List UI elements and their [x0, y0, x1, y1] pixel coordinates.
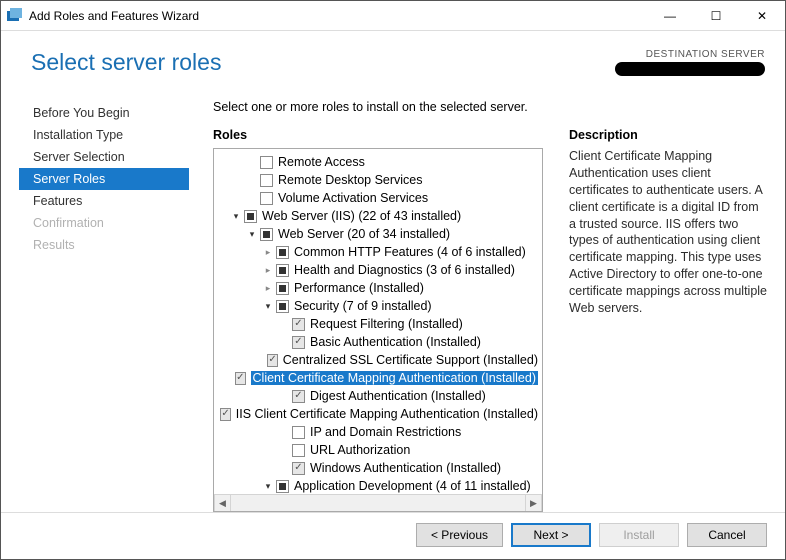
tree-row[interactable]: Web Server (20 of 34 installed): [214, 225, 542, 243]
tree-label: Common HTTP Features (4 of 6 installed): [294, 245, 526, 259]
nav-item-server-selection[interactable]: Server Selection: [19, 146, 189, 168]
roles-heading: Roles: [213, 128, 543, 142]
collapse-icon[interactable]: [246, 229, 258, 240]
tree-label: URL Authorization: [310, 443, 410, 457]
checkbox[interactable]: [260, 228, 273, 241]
tree-row[interactable]: IP and Domain Restrictions: [214, 423, 542, 441]
window-title: Add Roles and Features Wizard: [29, 9, 647, 23]
tree-label: Basic Authentication (Installed): [310, 335, 481, 349]
page-title: Select server roles: [31, 49, 565, 76]
scroll-right-icon[interactable]: ▶: [525, 495, 542, 511]
checkbox[interactable]: [292, 390, 305, 403]
wizard-nav: Before You BeginInstallation TypeServer …: [19, 92, 189, 512]
expand-icon[interactable]: [262, 283, 274, 294]
collapse-icon[interactable]: [230, 211, 242, 222]
tree-label: Web Server (20 of 34 installed): [278, 227, 450, 241]
checkbox[interactable]: [292, 318, 305, 331]
app-icon: [7, 8, 23, 24]
tree-row[interactable]: Web Server (IIS) (22 of 43 installed): [214, 207, 542, 225]
tree-label: Web Server (IIS) (22 of 43 installed): [262, 209, 461, 223]
checkbox[interactable]: [292, 462, 305, 475]
nav-item-before-you-begin[interactable]: Before You Begin: [19, 102, 189, 124]
tree-row[interactable]: Centralized SSL Certificate Support (Ins…: [214, 351, 542, 369]
install-button[interactable]: Install: [599, 523, 679, 547]
checkbox[interactable]: [276, 282, 289, 295]
tree-row[interactable]: Performance (Installed): [214, 279, 542, 297]
tree-row[interactable]: Application Development (4 of 11 install…: [214, 477, 542, 494]
minimize-button[interactable]: —: [647, 1, 693, 31]
tree-row[interactable]: Security (7 of 9 installed): [214, 297, 542, 315]
collapse-icon[interactable]: [262, 481, 274, 492]
tree-label: Request Filtering (Installed): [310, 317, 463, 331]
checkbox[interactable]: [292, 426, 305, 439]
nav-item-confirmation: Confirmation: [19, 212, 189, 234]
tree-label: IP and Domain Restrictions: [310, 425, 461, 439]
tree-row[interactable]: Volume Activation Services: [214, 189, 542, 207]
tree-row[interactable]: IIS Client Certificate Mapping Authentic…: [214, 405, 542, 423]
checkbox[interactable]: [292, 444, 305, 457]
scroll-left-icon[interactable]: ◀: [214, 495, 231, 511]
close-button[interactable]: ✕: [739, 1, 785, 31]
wizard-footer: < Previous Next > Install Cancel: [1, 512, 785, 557]
page-header: Select server roles DESTINATION SERVER: [1, 31, 785, 82]
next-button[interactable]: Next >: [511, 523, 591, 547]
tree-label: Security (7 of 9 installed): [294, 299, 432, 313]
nav-item-server-roles[interactable]: Server Roles: [19, 168, 189, 190]
checkbox[interactable]: [276, 480, 289, 493]
horizontal-scrollbar[interactable]: ◀ ▶: [214, 494, 542, 511]
tree-row[interactable]: Basic Authentication (Installed): [214, 333, 542, 351]
nav-item-features[interactable]: Features: [19, 190, 189, 212]
checkbox[interactable]: [260, 192, 273, 205]
tree-label: Client Certificate Mapping Authenticatio…: [251, 371, 538, 385]
destination-server-box: DESTINATION SERVER: [565, 49, 765, 76]
tree-row[interactable]: Remote Desktop Services: [214, 171, 542, 189]
tree-row[interactable]: Remote Access: [214, 153, 542, 171]
roles-tree[interactable]: Remote Access Remote Desktop Services Volu…: [213, 148, 543, 512]
tree-label: Digest Authentication (Installed): [310, 389, 486, 403]
tree-row[interactable]: Windows Authentication (Installed): [214, 459, 542, 477]
maximize-button[interactable]: ☐: [693, 1, 739, 31]
previous-button[interactable]: < Previous: [416, 523, 503, 547]
destination-server-label: DESTINATION SERVER: [565, 49, 765, 60]
tree-label: Volume Activation Services: [278, 191, 428, 205]
tree-row[interactable]: Common HTTP Features (4 of 6 installed): [214, 243, 542, 261]
tree-row[interactable]: Health and Diagnostics (3 of 6 installed…: [214, 261, 542, 279]
description-heading: Description: [569, 128, 767, 142]
cancel-button[interactable]: Cancel: [687, 523, 767, 547]
tree-label: Health and Diagnostics (3 of 6 installed…: [294, 263, 515, 277]
tree-row[interactable]: Request Filtering (Installed): [214, 315, 542, 333]
checkbox[interactable]: [292, 336, 305, 349]
tree-label: Windows Authentication (Installed): [310, 461, 501, 475]
checkbox[interactable]: [260, 174, 273, 187]
expand-icon[interactable]: [262, 265, 274, 276]
title-bar: Add Roles and Features Wizard — ☐ ✕: [1, 1, 785, 31]
nav-item-installation-type[interactable]: Installation Type: [19, 124, 189, 146]
tree-label: Performance (Installed): [294, 281, 424, 295]
collapse-icon[interactable]: [262, 301, 274, 312]
expand-icon[interactable]: [262, 247, 274, 258]
checkbox[interactable]: [276, 300, 289, 313]
checkbox[interactable]: [267, 354, 277, 367]
tree-row[interactable]: Digest Authentication (Installed): [214, 387, 542, 405]
destination-server-name-redacted: [615, 62, 765, 76]
tree-row[interactable]: URL Authorization: [214, 441, 542, 459]
checkbox[interactable]: [260, 156, 273, 169]
checkbox[interactable]: [276, 264, 289, 277]
tree-label: IIS Client Certificate Mapping Authentic…: [236, 407, 538, 421]
tree-label: Centralized SSL Certificate Support (Ins…: [283, 353, 538, 367]
checkbox[interactable]: [220, 408, 230, 421]
tree-label: Remote Access: [278, 155, 365, 169]
nav-item-results: Results: [19, 234, 189, 256]
instruction-text: Select one or more roles to install on t…: [213, 100, 767, 114]
tree-label: Application Development (4 of 11 install…: [294, 479, 531, 493]
checkbox[interactable]: [244, 210, 257, 223]
tree-row[interactable]: Client Certificate Mapping Authenticatio…: [214, 369, 542, 387]
tree-label: Remote Desktop Services: [278, 173, 423, 187]
description-text: Client Certificate Mapping Authenticatio…: [569, 148, 767, 317]
checkbox[interactable]: [235, 372, 245, 385]
checkbox[interactable]: [276, 246, 289, 259]
